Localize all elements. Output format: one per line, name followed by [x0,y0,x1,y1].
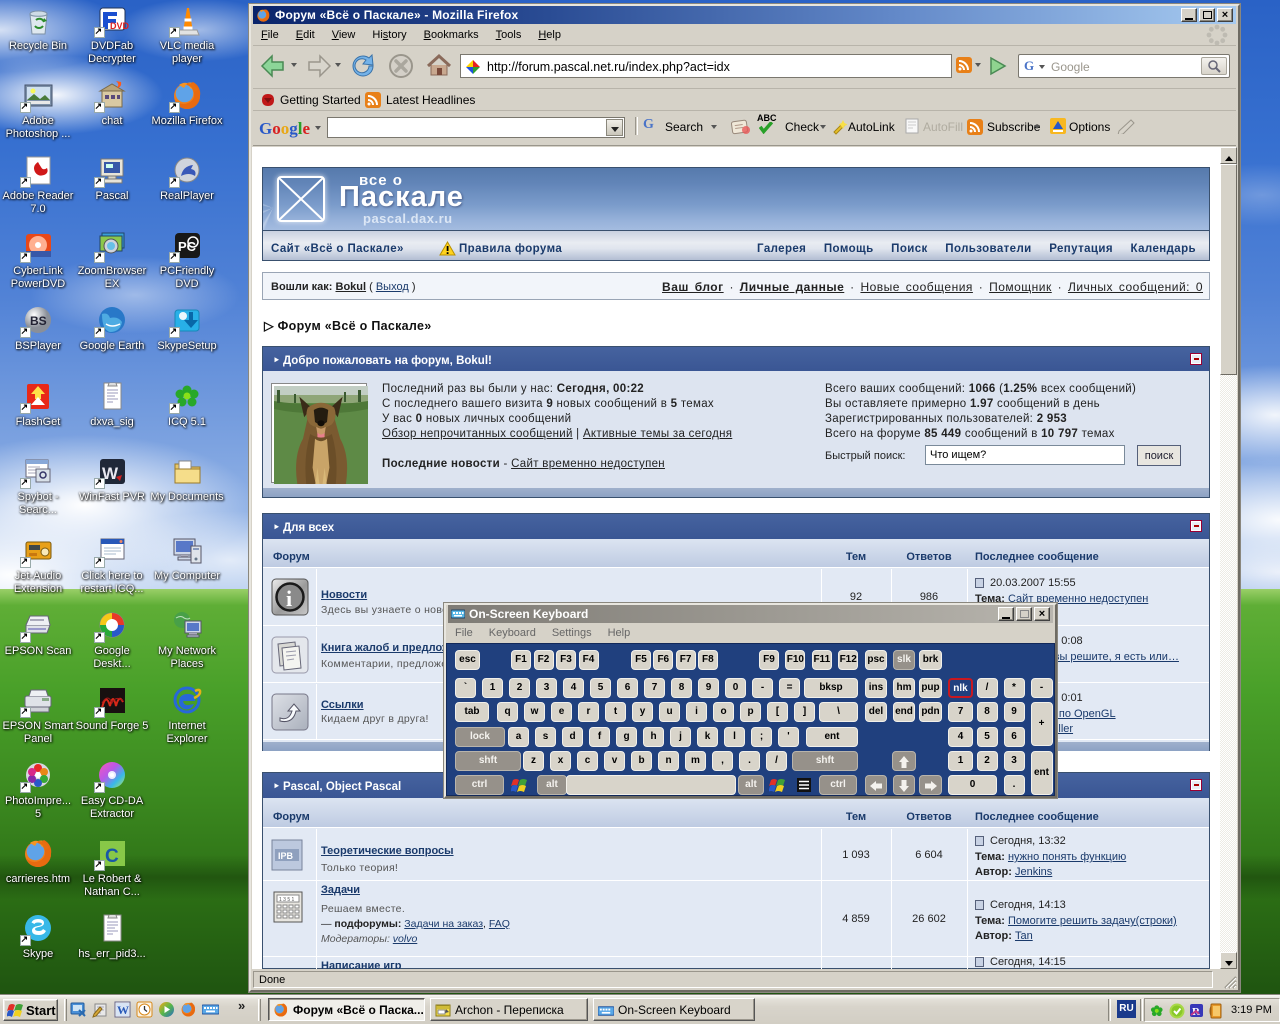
svg-text:W: W [117,1003,129,1017]
svg-text:i: i [286,586,292,611]
svg-text:1 3 5 1: 1 3 5 1 [279,897,295,903]
svg-text:IPB: IPB [278,851,294,861]
svg-text:DVD: DVD [110,21,129,31]
svg-text:BS: BS [30,314,47,328]
svg-text:C: C [105,846,119,867]
